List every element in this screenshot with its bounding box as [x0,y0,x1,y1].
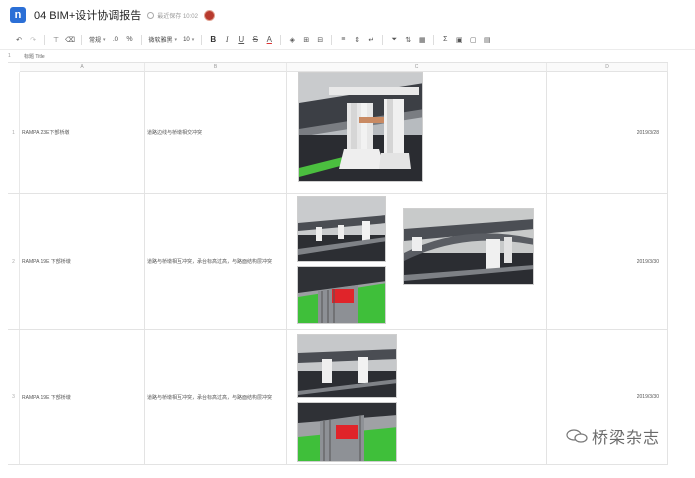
chevron-down-icon: ▾ [191,36,195,43]
bold-button[interactable]: B [206,33,220,47]
borders-icon[interactable]: ⊞ [299,33,313,47]
wechat-icon [566,429,588,443]
fill-color-icon[interactable]: ◈ [285,33,299,47]
function-icon[interactable]: Σ [438,33,452,47]
watermark-text: 桥梁杂志 [592,428,661,447]
formula-input[interactable]: 标题 Title [24,53,45,60]
toolbar-divider [81,34,82,45]
underline-button[interactable]: U [234,33,248,47]
cell-issue[interactable]: 道路与桥墩相互冲突，承台标高过高，与路面结构层冲突 [145,194,287,329]
bim-render [404,209,533,284]
table-row: 1 RAMPA 23E下部桥墩 道路边线与桥墩相交冲突 2019/3/28 [8,72,668,194]
number-format-dropdown[interactable]: 常规 ▾ [86,33,109,47]
bim-render [298,403,396,461]
paint-format-icon[interactable]: ⊤ [49,33,63,47]
formatting-toolbar: ↶ ↷ ⊤ ⌫ 常规 ▾ .0 % 微软雅黑 ▾ 10 ▾ B I U S A ◈ ⊞… [0,30,695,50]
cell-date[interactable]: 2019/3/30 [547,194,668,329]
row-number[interactable]: 2 [8,194,20,329]
cell-issue[interactable]: 道路边线与桥墩相交冲突 [145,72,287,193]
font-color-button[interactable]: A [262,33,276,47]
cell-name[interactable]: RAMPA 23E下部桥墩 [20,72,145,193]
bim-image-pier-clash[interactable] [298,72,423,182]
insert-image-icon[interactable]: ▣ [452,33,466,47]
spreadsheet-app: n 04 BIM+设计协调报告 最近保存 10:02 ↶ ↷ ⊤ ⌫ 常规 ▾ .… [0,0,695,478]
filter-icon[interactable]: ⏷ [387,33,401,47]
freeze-icon[interactable]: ▦ [415,33,429,47]
column-header-d[interactable]: D [547,63,668,72]
watermark: 桥梁杂志 [566,424,660,448]
row-number[interactable]: 3 [8,330,20,464]
decimal-button[interactable]: .0 [109,33,123,47]
text-wrap-icon[interactable]: ↵ [364,33,378,47]
title-bar: n 04 BIM+设计协调报告 最近保存 10:02 [0,0,695,30]
column-header-c[interactable]: C [287,63,547,72]
app-logo-icon[interactable]: n [10,7,26,23]
percent-icon[interactable]: % [123,33,137,47]
save-status: 最近保存 10:02 [147,11,198,20]
font-family-label: 微软雅黑 [148,38,173,44]
number-format-label: 常规 [89,38,102,44]
strikethrough-button[interactable]: S [248,33,262,47]
spreadsheet-grid[interactable]: A B C D 1 RAMPA 23E下部桥墩 道路边线与桥墩相交冲突 2019… [8,62,668,465]
save-status-text: 最近保存 10:02 [157,13,198,20]
clear-format-icon[interactable]: ⌫ [63,33,77,47]
bim-render [298,335,396,397]
toolbar-divider [201,34,203,45]
merge-cells-icon[interactable]: ⊟ [313,33,327,47]
align-vertical-icon[interactable]: ⇕ [350,33,364,47]
sort-icon[interactable]: ⇅ [401,33,415,47]
align-horizontal-icon[interactable]: ≡ [336,33,350,47]
bim-render [298,197,385,261]
toolbar-divider [44,34,45,45]
user-avatar[interactable] [203,9,215,21]
column-header-a[interactable]: A [20,63,145,72]
cell-name[interactable]: RAMPA 19E 下部桥墩 [20,194,145,329]
undo-icon[interactable]: ↶ [12,33,26,47]
toolbar-divider [331,34,333,45]
column-header-b[interactable]: B [145,63,287,72]
bim-image-interchange[interactable] [403,208,534,285]
insert-comment-icon[interactable]: ▢ [466,33,480,47]
toolbar-divider [280,34,282,45]
italic-button[interactable]: I [220,33,234,47]
table-row: 2 RAMPA 19E 下部桥墩 道路与桥墩相互冲突，承台标高过高，与路面结构层… [8,194,668,330]
insert-link-icon[interactable]: ▤ [480,33,494,47]
clock-icon [147,11,155,19]
redo-icon[interactable]: ↷ [26,33,40,47]
font-size-label: 10 [183,36,190,43]
bim-image-clash-detail[interactable] [297,402,397,462]
bim-render [299,73,422,181]
toolbar-divider [140,34,142,45]
toolbar-divider [382,34,384,45]
bim-render [298,267,385,323]
chevron-down-icon: ▾ [174,36,178,43]
font-family-dropdown[interactable]: 微软雅黑 ▾ [146,33,181,47]
bim-image-overpass[interactable] [297,334,397,398]
cell-date[interactable]: 2019/3/28 [547,72,668,193]
row-number[interactable]: 1 [8,72,20,193]
cell-reference[interactable]: 1 [0,53,24,59]
bim-image-overpass[interactable] [297,196,386,262]
chevron-down-icon: ▾ [103,36,106,43]
font-size-dropdown[interactable]: 10 ▾ [180,33,197,47]
formula-bar: 1 标题 Title [0,50,695,62]
toolbar-divider [433,34,435,45]
cell-issue[interactable]: 道路与桥墩相互冲突，承台标高过高，与路面结构层冲突 [145,330,287,464]
bim-image-clash-detail[interactable] [297,266,386,324]
cell-name[interactable]: RAMPA 19E 下部桥墩 [20,330,145,464]
document-title[interactable]: 04 BIM+设计协调报告 [34,7,141,23]
